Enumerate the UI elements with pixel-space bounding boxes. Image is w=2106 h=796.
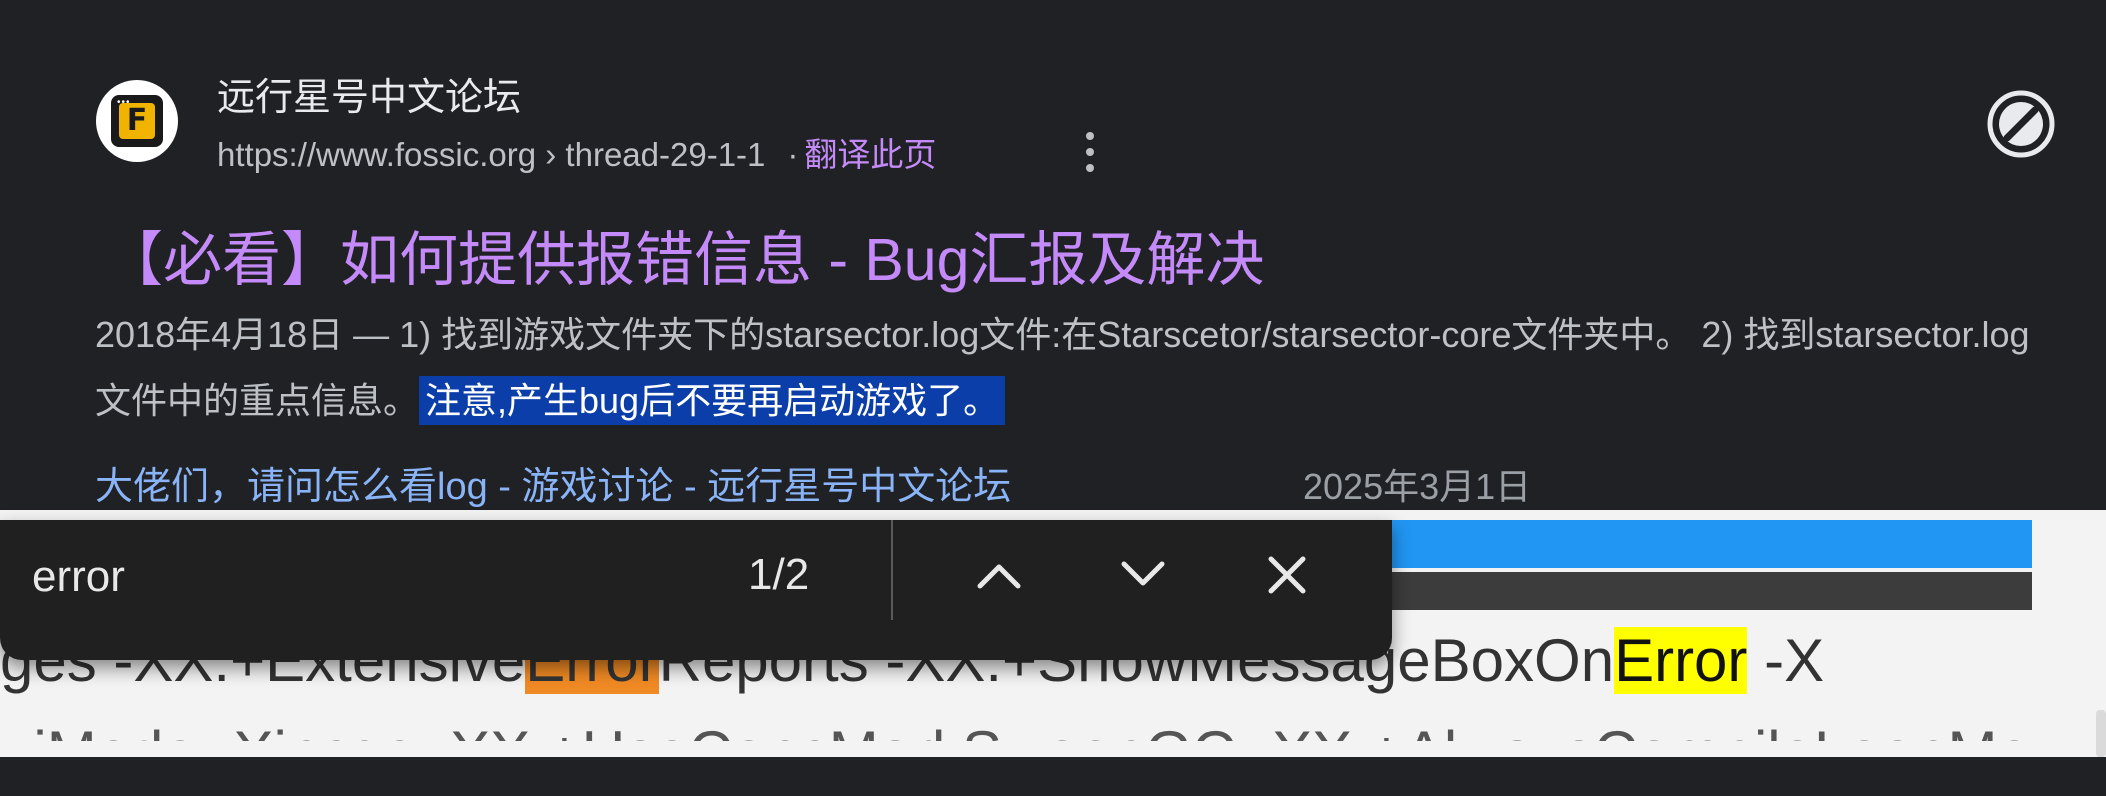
related-result-link[interactable]: 大佬们，请问怎么看log - 游戏讨论 - 远行星号中文论坛 — [95, 455, 1011, 510]
toolbar-strip — [1380, 572, 2032, 610]
search-result: ••• F 远行星号中文论坛 https://www.fossic.org › … — [0, 0, 2106, 510]
chevron-down-icon — [1121, 561, 1165, 586]
related-result-date: 2025年3月1日 — [1303, 466, 1532, 507]
result-title-link[interactable]: 【必看】如何提供报错信息 - Bug汇报及解决 — [104, 212, 1264, 297]
result-snippet: 2018年4月18日 — 1) 找到游戏文件夹下的starsector.log文… — [95, 302, 2055, 434]
find-close-button[interactable] — [1252, 540, 1322, 610]
close-icon — [1268, 556, 1306, 594]
snippet-selected-text: 注意,产生bug后不要再启动游戏了。 — [419, 376, 1006, 425]
scrollbar-thumb[interactable] — [2096, 710, 2106, 757]
favicon-badge: ••• F — [111, 95, 163, 147]
find-match-count: 1/2 — [748, 550, 810, 599]
progress-bar — [1380, 520, 2032, 568]
more-options-icon[interactable] — [1075, 132, 1105, 172]
log-line: uiMode -Xincgc -XX:+UseConcMarkSweepGC -… — [0, 719, 2032, 786]
site-name[interactable]: 远行星号中文论坛 — [217, 66, 521, 121]
find-input[interactable] — [30, 536, 734, 618]
result-url[interactable]: https://www.fossic.org › thread-29-1-1 — [217, 136, 765, 173]
find-previous-button[interactable] — [964, 540, 1034, 610]
chevron-up-icon — [977, 564, 1021, 589]
log-text: -X — [1747, 627, 1825, 694]
find-bar: 1/2 — [0, 520, 1392, 660]
translate-page-link[interactable]: 翻译此页 — [804, 136, 936, 173]
site-favicon[interactable]: ••• F — [96, 80, 178, 162]
find-next-button[interactable] — [1108, 540, 1178, 610]
url-separator: · — [787, 136, 799, 173]
find-divider — [891, 520, 893, 620]
snippet-text: 2018年4月18日 — 1) 找到游戏文件夹下的starsector.log文… — [95, 314, 2030, 421]
result-url-line: https://www.fossic.org › thread-29-1-1 · 翻… — [217, 128, 936, 176]
block-site-icon[interactable] — [1985, 88, 2057, 160]
find-match: Error — [1614, 627, 1748, 694]
favicon-letter: F — [119, 103, 155, 139]
viewer-margin — [2032, 510, 2106, 757]
favicon-dots-icon: ••• — [117, 97, 131, 108]
